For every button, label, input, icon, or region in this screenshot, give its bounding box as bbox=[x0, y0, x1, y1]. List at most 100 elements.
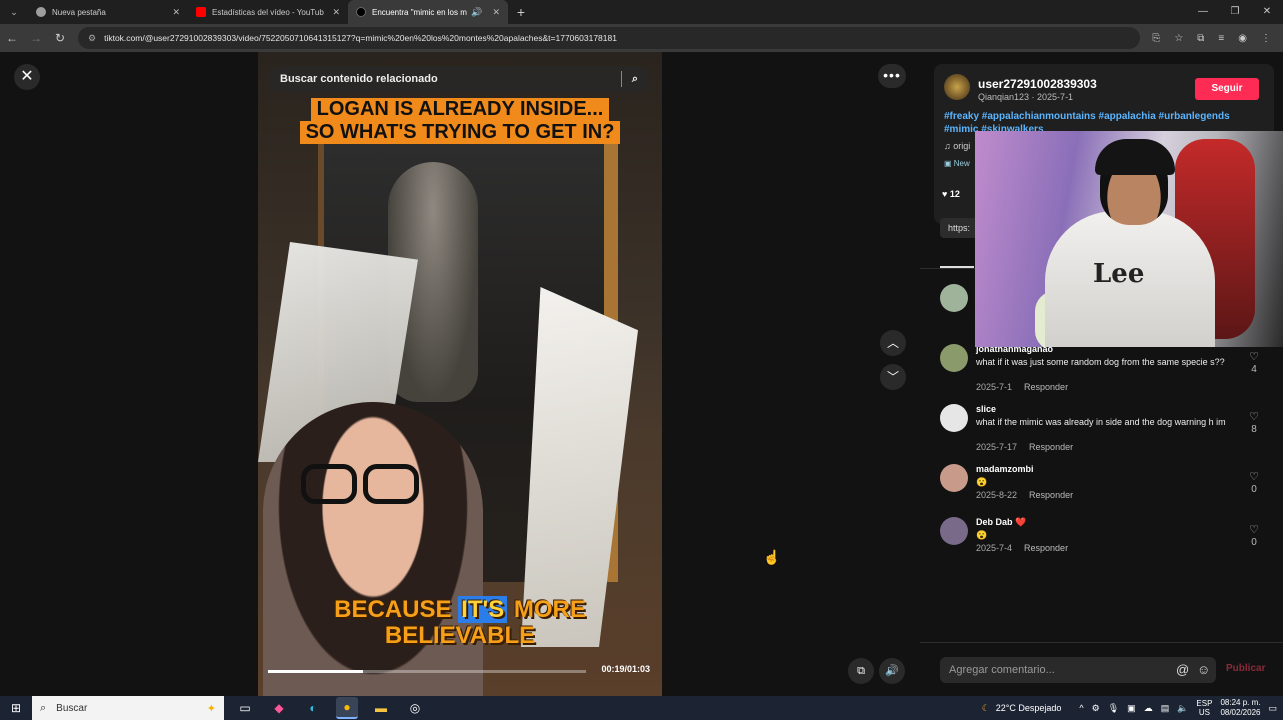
reload-icon[interactable]: ↻ bbox=[48, 31, 72, 45]
back-icon[interactable]: ← bbox=[0, 31, 24, 45]
caption-bottom: BECAUSE IT'S MORE BELIEVABLE bbox=[288, 596, 632, 649]
author-avatar[interactable] bbox=[944, 74, 970, 100]
heart-outline-icon[interactable]: ♡ bbox=[1246, 523, 1262, 536]
extensions-icon[interactable]: ⧉ bbox=[1197, 33, 1204, 44]
tiktok-icon bbox=[356, 7, 366, 17]
speaker-icon[interactable]: 🔈 bbox=[1177, 703, 1188, 714]
comments-tab-indicator bbox=[940, 266, 974, 268]
mention-icon[interactable]: @ bbox=[1176, 657, 1189, 683]
menu-icon[interactable]: ⋮ bbox=[1261, 33, 1271, 44]
profile-icon[interactable]: ◉ bbox=[1238, 33, 1247, 44]
shirt-logo: Lee bbox=[1093, 259, 1145, 289]
close-icon[interactable]: ✕ bbox=[332, 7, 340, 18]
reply-button[interactable]: Responder bbox=[1029, 442, 1073, 452]
close-video-button[interactable]: ✕ bbox=[14, 64, 40, 90]
heart-outline-icon[interactable]: ♡ bbox=[1246, 410, 1262, 423]
restore-icon[interactable]: ❐ bbox=[1219, 0, 1251, 24]
close-icon[interactable]: ✕ bbox=[172, 7, 180, 18]
next-video-button[interactable]: ﹀ bbox=[880, 364, 906, 390]
comment-meta: 2025-7-1 Responder bbox=[976, 382, 1068, 392]
heart-outline-icon[interactable]: ♡ bbox=[1246, 470, 1262, 483]
system-tray: ☾ 22°C Despejado ^ ⚙ 🎙 ▣ ☁ ▤ 🔈 ESP US 08:… bbox=[982, 698, 1283, 718]
emoji-icon[interactable]: ☺ bbox=[1197, 657, 1210, 683]
obs-icon[interactable]: ◎ bbox=[404, 697, 426, 719]
clock[interactable]: 08:24 p. m. 08/02/2026 bbox=[1220, 698, 1260, 718]
comment-meta: 2025-8-22 Responder bbox=[976, 490, 1073, 500]
search-icon[interactable]: ⌕ bbox=[632, 73, 638, 86]
audio-icon[interactable]: 🔊 bbox=[471, 7, 482, 18]
pip-icon[interactable]: ⧉ bbox=[848, 658, 874, 684]
tab-tiktok[interactable]: Encuentra "mimic en los mo 🔊 ✕ bbox=[348, 0, 508, 24]
reply-button[interactable]: Responder bbox=[1024, 543, 1068, 553]
close-window-icon[interactable]: ✕ bbox=[1251, 0, 1283, 24]
forward-icon[interactable]: → bbox=[24, 31, 48, 45]
video-progress-bar[interactable] bbox=[268, 670, 586, 673]
commenter-name[interactable]: slice bbox=[976, 404, 996, 414]
microphone-icon[interactable]: 🎙 bbox=[1108, 703, 1119, 714]
reply-button[interactable]: Responder bbox=[1024, 382, 1068, 392]
youtube-icon bbox=[196, 7, 206, 17]
author-subtitle: Qianqian123 · 2025-7-1 bbox=[978, 92, 1074, 102]
follow-button[interactable]: Seguir bbox=[1195, 78, 1259, 100]
tab-youtube-stats[interactable]: Estadísticas del vídeo - YouTub ✕ bbox=[188, 0, 348, 24]
taskbar-search[interactable]: ⌕ Buscar ✦ bbox=[32, 696, 224, 720]
like-count[interactable]: ♥ 12 bbox=[942, 189, 960, 199]
chrome-app-icon[interactable]: ● bbox=[336, 697, 358, 719]
previous-video-button[interactable]: ︿ bbox=[880, 330, 906, 356]
commenter-avatar[interactable] bbox=[940, 517, 968, 545]
tray-app-icon[interactable]: ⚙ bbox=[1092, 703, 1100, 714]
caption-word: BELIEVABLE bbox=[384, 622, 536, 649]
commenter-avatar[interactable] bbox=[940, 284, 968, 312]
tray-app-icon[interactable]: ▣ bbox=[1127, 703, 1136, 714]
caption-word: BECAUSE bbox=[334, 596, 452, 623]
heart-outline-icon[interactable]: ♡ bbox=[1246, 350, 1262, 363]
commenter-name[interactable]: Deb Dab ❤️ bbox=[976, 517, 1026, 528]
weather-widget[interactable]: ☾ 22°C Despejado bbox=[982, 703, 1062, 714]
tab-title: Estadísticas del vídeo - YouTub bbox=[212, 7, 324, 17]
copilot-icon[interactable]: ◆ bbox=[268, 697, 290, 719]
notifications-icon[interactable]: ▭ bbox=[1268, 703, 1277, 714]
minimize-icon[interactable]: — bbox=[1187, 0, 1219, 24]
commenter-avatar[interactable] bbox=[940, 344, 968, 372]
url-field[interactable]: ⚙ tiktok.com/@user27291002839303/video/7… bbox=[78, 27, 1141, 49]
related-search-input[interactable]: Buscar contenido relacionado ⌕ bbox=[268, 66, 650, 92]
music-link[interactable]: ♫ origi bbox=[944, 141, 970, 151]
publish-button[interactable]: Publicar bbox=[1226, 663, 1265, 674]
reply-button[interactable]: Responder bbox=[1029, 490, 1073, 500]
task-view-icon[interactable]: ▭ bbox=[234, 697, 256, 719]
more-options-button[interactable]: ••• bbox=[878, 64, 906, 88]
close-icon[interactable]: ✕ bbox=[492, 7, 500, 18]
media-icon[interactable]: ≡ bbox=[1218, 33, 1224, 44]
edge-icon[interactable]: ◐ bbox=[302, 697, 324, 719]
weather-text: 22°C Despejado bbox=[995, 703, 1062, 713]
windows-start-icon[interactable]: ⊞ bbox=[0, 701, 32, 715]
tab-nueva-pestana[interactable]: Nueva pestaña ✕ bbox=[28, 0, 188, 24]
commenter-avatar[interactable] bbox=[940, 404, 968, 432]
comment-input[interactable]: Agregar comentario... @ ☺ bbox=[940, 657, 1216, 683]
chrome-icon bbox=[36, 7, 46, 17]
network-icon[interactable]: ▤ bbox=[1161, 703, 1170, 714]
webcam-overlay: Lee bbox=[975, 131, 1283, 347]
language-indicator[interactable]: ESP US bbox=[1196, 699, 1212, 717]
onedrive-icon[interactable]: ☁ bbox=[1144, 703, 1153, 714]
search-placeholder: Buscar contenido relacionado bbox=[280, 73, 438, 85]
new-tab-button[interactable]: + bbox=[508, 0, 534, 24]
comment-date: 2025-7-17 bbox=[976, 442, 1018, 452]
tray-chevron-icon[interactable]: ^ bbox=[1079, 703, 1083, 713]
hashtags-line[interactable]: #freaky #appalachianmountains #appalachi… bbox=[944, 111, 1230, 122]
commenter-name[interactable]: madamzombi bbox=[976, 464, 1034, 474]
video-player[interactable]: Buscar contenido relacionado ⌕ LOGAN IS … bbox=[258, 52, 662, 696]
author-username[interactable]: user27291002839303 bbox=[978, 77, 1097, 91]
tab-title: Encuentra "mimic en los mo bbox=[372, 7, 468, 17]
heart-icon[interactable]: ♥ bbox=[942, 189, 950, 199]
lang-layout: US bbox=[1198, 708, 1210, 717]
music-note-icon: ♫ bbox=[944, 141, 954, 151]
video-frame-person bbox=[263, 402, 483, 696]
tab-search-icon[interactable]: ⌄ bbox=[0, 0, 28, 24]
install-icon[interactable]: ⎘ bbox=[1152, 33, 1160, 44]
bookmark-star-icon[interactable]: ☆ bbox=[1174, 33, 1183, 44]
file-explorer-icon[interactable]: ▬ bbox=[370, 697, 392, 719]
site-info-icon[interactable]: ⚙ bbox=[88, 33, 96, 44]
commenter-avatar[interactable] bbox=[940, 464, 968, 492]
volume-icon[interactable]: 🔊 bbox=[879, 658, 905, 684]
